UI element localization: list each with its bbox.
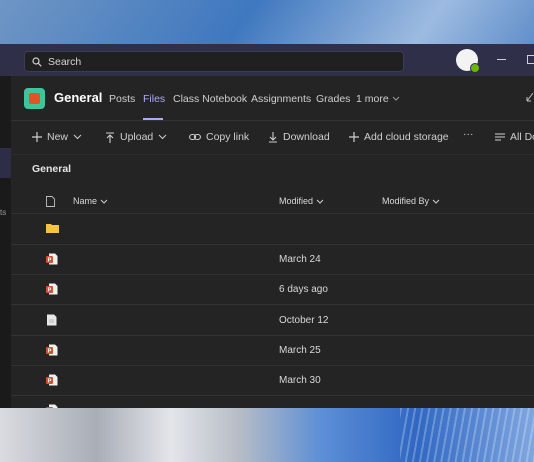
powerpoint-icon: P: [46, 404, 58, 408]
document-icon: [47, 314, 57, 326]
modified-date: March 30: [279, 375, 321, 386]
maximize-icon[interactable]: [527, 55, 534, 64]
rail-item-teams[interactable]: [0, 148, 11, 178]
copy-link-button[interactable]: Copy link: [189, 131, 249, 143]
more-options-icon: ···: [463, 128, 474, 140]
search-icon: [32, 56, 42, 67]
table-row[interactable]: P: [11, 395, 534, 408]
channel-title: General: [54, 90, 103, 105]
svg-text:P: P: [48, 258, 52, 264]
plus-icon: [349, 132, 359, 142]
svg-text:P: P: [48, 348, 52, 354]
modified-by-column-header[interactable]: Modified By: [382, 196, 440, 206]
tab-more-label: 1 more: [356, 93, 389, 105]
new-label: New: [47, 131, 69, 143]
all-documents-label: All Do: [510, 131, 534, 143]
minimize-icon[interactable]: [497, 59, 506, 60]
svg-text:P: P: [48, 288, 52, 294]
powerpoint-icon: P: [46, 374, 58, 386]
teams-window: Search ts General Posts Files Class Note…: [0, 44, 534, 408]
files-toolbar: New Upload Copy link Download Add cloud …: [11, 120, 534, 155]
files-table-header: Name Modified Modified By: [11, 190, 534, 214]
name-column-label: Name: [73, 196, 98, 206]
modified-date: March 25: [279, 344, 321, 356]
powerpoint-icon: P: [46, 344, 58, 356]
link-icon: [189, 133, 201, 141]
tab-files[interactable]: Files: [143, 93, 165, 105]
name-column-header[interactable]: Name: [73, 196, 108, 206]
upload-label: Upload: [120, 131, 154, 143]
table-row[interactable]: [11, 214, 534, 245]
chevron-down-icon: [73, 134, 82, 140]
list-view-icon: [495, 133, 505, 141]
desktop-wallpaper-stripes: [400, 408, 534, 462]
chevron-down-icon: [432, 199, 440, 204]
chevron-down-icon: [158, 134, 167, 140]
main-content: General Posts Files Class Notebook Assig…: [11, 76, 534, 408]
download-label: Download: [283, 131, 330, 143]
file-type-header-icon: [46, 196, 55, 207]
table-row[interactable]: P 6 days ago: [11, 274, 534, 306]
download-icon: [269, 131, 277, 143]
more-options-button[interactable]: ···: [463, 128, 474, 140]
table-row[interactable]: P March 24: [11, 244, 534, 276]
modified-column-header[interactable]: Modified: [279, 196, 324, 206]
modified-by-column-label: Modified By: [382, 196, 430, 206]
table-row[interactable]: P March 25: [11, 335, 534, 366]
view-all-documents-button[interactable]: All Do: [495, 131, 534, 143]
chevron-down-icon: [316, 199, 324, 204]
add-cloud-storage-label: Add cloud storage: [364, 131, 449, 143]
folder-icon: [46, 224, 59, 233]
download-button[interactable]: Download: [268, 131, 330, 143]
chevron-down-icon: [392, 96, 400, 101]
breadcrumb[interactable]: General: [32, 163, 71, 175]
tab-more[interactable]: 1 more: [356, 93, 400, 105]
modified-date: March 24: [279, 254, 321, 266]
powerpoint-icon: P: [46, 283, 58, 295]
tab-assignments[interactable]: Assignments: [251, 93, 311, 105]
modified-date: October 12: [279, 314, 329, 326]
svg-text:P: P: [48, 379, 52, 385]
upload-icon: [106, 131, 114, 143]
search-placeholder: Search: [48, 55, 82, 68]
tab-class-notebook[interactable]: Class Notebook: [173, 93, 247, 105]
tab-grades[interactable]: Grades: [316, 93, 350, 105]
modified-column-label: Modified: [279, 196, 314, 206]
upload-button[interactable]: Upload: [105, 131, 167, 143]
expand-icon[interactable]: [525, 91, 534, 103]
chevron-down-icon: [100, 199, 108, 204]
table-row[interactable]: P March 30: [11, 365, 534, 396]
modified-date: 6 days ago: [279, 284, 328, 296]
presence-available-icon: [470, 63, 480, 73]
title-bar: Search: [0, 44, 534, 76]
rail-label-fragment: ts: [0, 208, 7, 217]
search-box[interactable]: Search: [24, 51, 404, 72]
channel-header: General Posts Files Class Notebook Assig…: [11, 76, 534, 120]
new-button[interactable]: New: [32, 131, 82, 143]
app-rail: ts: [0, 76, 11, 408]
add-cloud-storage-button[interactable]: Add cloud storage: [349, 131, 449, 143]
powerpoint-icon: P: [46, 253, 58, 265]
team-avatar-icon[interactable]: [24, 88, 45, 109]
table-row[interactable]: October 12: [11, 305, 534, 336]
plus-icon: [32, 132, 42, 142]
tab-posts[interactable]: Posts: [109, 93, 135, 105]
copy-link-label: Copy link: [206, 131, 250, 143]
